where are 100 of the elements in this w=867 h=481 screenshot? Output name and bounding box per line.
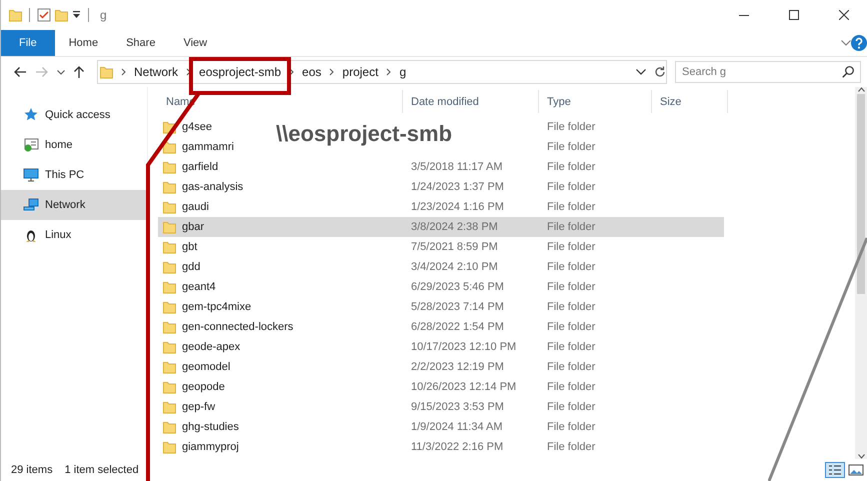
file-name: geomodel (182, 361, 230, 373)
date-modified: 5/28/2023 7:14 PM (411, 301, 504, 313)
sidebar-item[interactable]: Linux (1, 220, 147, 250)
file-name: gen-connected-lockers (182, 321, 294, 333)
column-header[interactable]: Size (652, 90, 728, 113)
file-type: File folder (547, 381, 596, 393)
sidebar-item[interactable]: home (1, 130, 147, 160)
ribbon-tab[interactable]: View (169, 30, 222, 56)
file-name: gas-analysis (182, 181, 244, 193)
scrollbar[interactable] (855, 87, 867, 459)
details-view-icon[interactable] (825, 462, 845, 478)
breadcrumb-link[interactable]: project (342, 65, 378, 79)
folder-icon (163, 400, 176, 414)
folder-icon (163, 160, 176, 174)
annotation-label: \\eosproject-smb (276, 121, 452, 147)
sidebar-item[interactable]: This PC (1, 160, 147, 190)
file-type: File folder (547, 281, 596, 293)
chevron-down-icon[interactable] (57, 70, 65, 74)
file-type: File folder (547, 301, 596, 313)
thumbnail-view-icon[interactable] (847, 462, 865, 478)
date-modified: 10/17/2023 12:10 PM (411, 341, 516, 353)
file-name: g4see (182, 121, 212, 133)
sidebar-item[interactable]: Quick access (1, 100, 147, 130)
folder-icon (163, 380, 176, 394)
file-type: File folder (547, 441, 596, 453)
folder-icon (163, 300, 176, 314)
folder-icon (9, 8, 22, 22)
file-type: File folder (547, 421, 596, 433)
folder-icon (163, 180, 176, 194)
ribbon-tab[interactable]: File (1, 30, 55, 56)
star-icon (23, 107, 39, 123)
file-name: gep-fw (182, 401, 216, 413)
folder-icon (100, 65, 113, 79)
dropdown-icon[interactable] (72, 10, 81, 20)
folder-icon (163, 320, 176, 334)
file-name: gdd (182, 261, 200, 273)
file-type: File folder (547, 361, 596, 373)
folder-icon (163, 440, 176, 454)
file-name: gammamri (182, 141, 234, 153)
file-type: File folder (547, 261, 596, 273)
file-name: giammyproj (182, 441, 239, 453)
column-header[interactable]: Date modified (403, 90, 539, 113)
chevron-down-icon[interactable] (636, 69, 646, 75)
date-modified: 7/5/2021 8:59 PM (411, 241, 498, 253)
file-name: geode-apex (182, 341, 240, 353)
file-type: File folder (547, 221, 596, 233)
file-name: gbar (182, 221, 204, 233)
folder-icon (163, 360, 176, 374)
date-modified: 9/15/2023 3:53 PM (411, 401, 504, 413)
date-modified: 3/8/2024 2:38 PM (411, 221, 498, 233)
file-type: File folder (547, 341, 596, 353)
chevron-down-icon[interactable] (858, 454, 864, 459)
chevron-up-icon[interactable] (858, 87, 864, 92)
help-icon[interactable] (851, 35, 867, 51)
date-modified: 1/24/2023 1:37 PM (411, 181, 504, 193)
ribbon-tab[interactable]: Share (112, 30, 170, 56)
drive-icon (23, 137, 39, 153)
file-name: geopode (182, 381, 225, 393)
status-text: 1 item selected (64, 464, 139, 476)
breadcrumb-link[interactable]: Network (134, 65, 178, 79)
column-header[interactable]: Type (539, 90, 652, 113)
search-icon (842, 66, 854, 78)
breadcrumb-link[interactable]: eos (302, 65, 322, 79)
date-modified: 10/26/2023 12:14 PM (411, 381, 516, 393)
scrollbar-thumb[interactable] (857, 94, 865, 294)
refresh-icon[interactable] (654, 66, 666, 78)
up-arrow-icon[interactable] (73, 65, 85, 79)
date-modified: 1/23/2024 1:16 PM (411, 201, 504, 213)
close-icon[interactable] (839, 10, 849, 20)
date-modified: 2/2/2023 12:19 PM (411, 361, 504, 373)
back-arrow-icon[interactable] (13, 66, 27, 78)
date-modified: 6/29/2023 5:46 PM (411, 281, 504, 293)
date-modified: 3/5/2018 11:17 AM (411, 161, 503, 173)
date-modified: 3/4/2024 2:10 PM (411, 261, 498, 273)
file-name: gaudi (182, 201, 209, 213)
maximize-icon[interactable] (789, 10, 799, 20)
file-type: File folder (547, 241, 596, 253)
file-type: File folder (547, 401, 596, 413)
chevron-right-icon (186, 68, 192, 76)
file-name: gem-tpc4mixe (182, 301, 252, 313)
breadcrumb-link[interactable]: g (399, 65, 406, 79)
file-type: File folder (547, 141, 596, 153)
file-type: File folder (547, 201, 596, 213)
date-modified: 1/9/2024 11:34 AM (411, 421, 503, 433)
network-icon (23, 197, 39, 213)
folder-icon (163, 200, 176, 214)
search-field[interactable]: Search g (675, 61, 861, 83)
address-bar[interactable]: Network eosproject-smb eos project g (97, 60, 667, 84)
file-type: File folder (547, 121, 596, 133)
sidebar-item[interactable]: Network (1, 190, 147, 220)
ribbon-tab[interactable]: Home (54, 30, 112, 56)
checklist-icon[interactable] (37, 8, 51, 22)
monitor-icon (23, 167, 39, 183)
chevron-right-icon (121, 68, 126, 76)
folder-icon (163, 220, 176, 234)
folder-icon (163, 140, 176, 154)
file-name: ghg-studies (182, 421, 239, 433)
folder-icon (163, 420, 176, 434)
folder-icon (163, 280, 176, 294)
file-name: gbt (182, 241, 198, 253)
